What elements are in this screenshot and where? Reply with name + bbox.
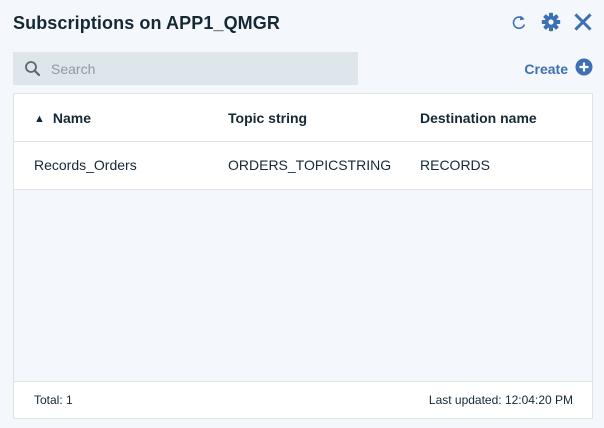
widget-title: Subscriptions on APP1_QMGR: [13, 13, 280, 33]
table-header: ▲ Name Topic string Destination name: [14, 94, 592, 142]
gear-icon[interactable]: [540, 11, 562, 33]
total-count: Total: 1: [34, 393, 73, 407]
search-icon: [24, 60, 42, 78]
table-row[interactable]: Records_Orders ORDERS_TOPICSTRING RECORD…: [14, 142, 592, 190]
close-icon[interactable]: [572, 11, 594, 33]
header-actions: [508, 11, 594, 33]
sort-ascending-icon: ▲: [34, 113, 45, 125]
subscriptions-table: ▲ Name Topic string Destination name Reco…: [13, 93, 593, 419]
search-box[interactable]: [13, 52, 358, 85]
cell-name: Records_Orders: [34, 157, 137, 173]
table-footer: Total: 1 Last updated: 12:04:20 PM: [14, 381, 592, 418]
widget-header: Subscriptions on APP1_QMGR: [0, 0, 604, 50]
table-body: Records_Orders ORDERS_TOPICSTRING RECORD…: [14, 142, 592, 190]
last-updated: Last updated: 12:04:20 PM: [428, 393, 573, 407]
column-header-name[interactable]: ▲ Name: [34, 94, 91, 142]
add-circle-icon: [575, 58, 593, 81]
column-header-destination-name[interactable]: Destination name: [420, 94, 537, 142]
create-button[interactable]: Create: [524, 58, 593, 80]
toolbar: Create: [13, 52, 593, 86]
cell-destination-name: RECORDS: [420, 157, 491, 173]
column-header-label: Name: [52, 110, 92, 126]
create-button-label: Create: [524, 61, 568, 77]
cell-topic-string: ORDERS_TOPICSTRING: [228, 157, 392, 173]
column-header-topic-string[interactable]: Topic string: [228, 94, 307, 142]
search-input[interactable]: [51, 52, 351, 85]
refresh-icon[interactable]: [508, 11, 530, 33]
